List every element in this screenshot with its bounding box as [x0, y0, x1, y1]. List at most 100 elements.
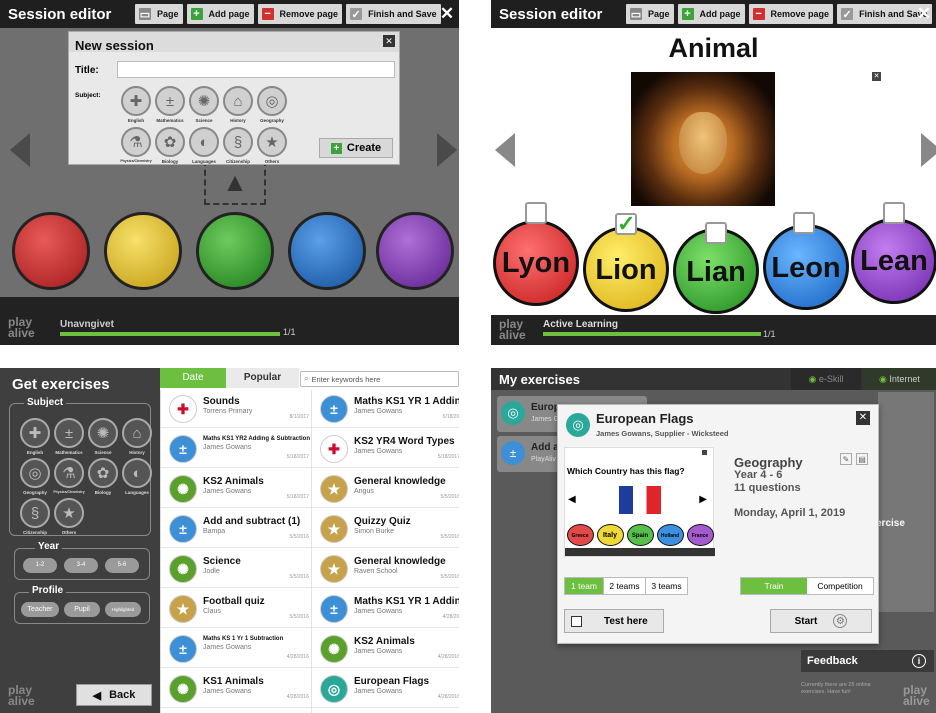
- exercise-item[interactable]: ★ Quizzy Quiz Simon Burke 5/5/2016: [312, 510, 459, 548]
- subject-languages[interactable]: ◐ Languages: [187, 127, 221, 164]
- subject-biology[interactable]: ✿ Biology: [153, 127, 187, 164]
- exercise-item[interactable]: ± Maths KS1 YR 1 Adding James Gowans 4/28/2…: [312, 590, 459, 628]
- exercise-text: Add and subtract (1) Bampa 5/5/2016: [203, 510, 311, 540]
- filter-languages[interactable]: ◐ Languages: [120, 458, 154, 495]
- answer-checkbox-2[interactable]: ✓: [615, 213, 637, 235]
- dialog-close-icon[interactable]: ✕: [383, 35, 395, 47]
- answer-ball-purple[interactable]: [376, 212, 454, 290]
- close-icon[interactable]: ✕: [914, 4, 934, 24]
- exercise-item[interactable]: ✺ Science Jodle 5/5/2016: [161, 550, 311, 588]
- page-button[interactable]: ▭ Page: [626, 4, 674, 24]
- filter-citizenship[interactable]: § Citizenship: [18, 498, 52, 535]
- dialog-close-icon[interactable]: ✕: [856, 411, 870, 425]
- tab-date[interactable]: Date: [160, 368, 226, 388]
- filter-others[interactable]: ★ Others: [52, 498, 86, 535]
- answer-checkbox-4[interactable]: [793, 212, 815, 234]
- two-teams-option[interactable]: 2 teams: [603, 578, 645, 594]
- progress-bar: [60, 332, 280, 336]
- exercise-item[interactable]: ✺ KS2 Animals James Gowans 5/18/2017: [161, 470, 311, 508]
- add-page-button[interactable]: + Add page: [186, 4, 254, 24]
- exercise-item[interactable]: ± Maths KS1 YR2 Adding & Subtraction James…: [161, 430, 311, 468]
- filter-history[interactable]: ⌂ History: [120, 418, 154, 455]
- answer-ball-yellow[interactable]: Lion: [583, 226, 669, 312]
- year-1-2-pill[interactable]: 1-2: [23, 558, 57, 573]
- filter-science[interactable]: ✺ Science: [86, 418, 120, 455]
- create-button[interactable]: + Create: [319, 138, 393, 158]
- remove-page-button[interactable]: − Remove page: [257, 4, 343, 24]
- filter-geography[interactable]: ◎ Geography: [18, 458, 52, 495]
- filter-biology[interactable]: ✿ Biology: [86, 458, 120, 495]
- subject-physics[interactable]: ⚗ Physics/Chemistry: [119, 127, 153, 164]
- answer-ball-purple[interactable]: Lean: [851, 218, 936, 304]
- next-page-arrow[interactable]: [921, 133, 936, 167]
- teacher-pill[interactable]: Teacher: [21, 602, 59, 617]
- answer-ball-red[interactable]: Lyon: [493, 220, 579, 306]
- exercise-item[interactable]: ± Maths KS1 YR 1 Adding James Gowans 5/18/2…: [312, 390, 459, 428]
- plus-icon: +: [190, 8, 203, 20]
- subject-history[interactable]: ⌂ History: [221, 86, 255, 123]
- filter-mathematics[interactable]: ± Mathematics: [52, 418, 86, 455]
- answer-checkbox-1[interactable]: [525, 202, 547, 224]
- subject-science[interactable]: ✺ Science: [187, 86, 221, 123]
- search-box[interactable]: ⌕ Enter keywords here: [300, 371, 459, 387]
- filter-english[interactable]: ✚ English: [18, 418, 52, 455]
- exercise-item[interactable]: ✺ KS2 Animals James Gowans 4/28/2016: [312, 630, 459, 668]
- year-3-4-pill[interactable]: 3-4: [64, 558, 98, 573]
- year-5-6-pill[interactable]: 5-6: [105, 558, 139, 573]
- subject-geography[interactable]: ◎ Geography: [255, 86, 289, 123]
- finish-save-button[interactable]: ✓ Finish and Save: [346, 4, 441, 24]
- exercise-item[interactable]: ✚ Sounds Torrens Primary 8/1/2017: [161, 390, 311, 428]
- answer-ball-yellow[interactable]: [104, 212, 182, 290]
- subject-citizenship[interactable]: § Citizenship: [221, 127, 255, 164]
- exercise-item[interactable]: ✺ KS1 Animals James Gowans 4/28/2016: [161, 670, 311, 708]
- one-team-option[interactable]: 1 team: [565, 578, 603, 594]
- subject-others[interactable]: ★ Others: [255, 127, 289, 164]
- pencil-icon[interactable]: ✎: [840, 453, 852, 465]
- pupil-pill[interactable]: Pupil: [64, 602, 100, 617]
- remove-page-button[interactable]: − Remove page: [748, 4, 834, 24]
- start-button[interactable]: Start ⚙: [770, 609, 872, 633]
- exercise-item[interactable]: ± Add and subtract (1) Bampa 5/5/2016: [161, 510, 311, 548]
- preview-thumbnail[interactable]: Which Country has this flag? ◀ ▶ Greece …: [564, 447, 715, 557]
- subject-mathematics[interactable]: ± Mathematics: [153, 86, 187, 123]
- next-page-arrow[interactable]: [437, 133, 457, 167]
- answer-ball-red[interactable]: [12, 212, 90, 290]
- answer-ball-blue[interactable]: Leon: [763, 224, 849, 310]
- remove-image-icon[interactable]: ✕: [872, 72, 881, 81]
- settings-gear-icon[interactable]: ⚙: [833, 614, 848, 628]
- train-option[interactable]: Train: [741, 578, 807, 594]
- page-button[interactable]: ▭ Page: [135, 4, 183, 24]
- image-placeholder[interactable]: ▲: [204, 160, 266, 205]
- answer-checkbox-3[interactable]: [705, 222, 727, 244]
- exercise-item[interactable]: ★ General knowledge Raven School 5/5/2016: [312, 550, 459, 588]
- title-input[interactable]: [117, 61, 395, 78]
- answer-checkbox-5[interactable]: [883, 202, 905, 224]
- tab-popular[interactable]: Popular: [226, 368, 299, 388]
- lion-image[interactable]: [631, 72, 775, 206]
- play-alive-logo: play alive: [8, 315, 35, 340]
- internet-tab[interactable]: ◉ Internet: [863, 368, 936, 390]
- test-here-button[interactable]: Test here: [564, 609, 664, 633]
- three-teams-option[interactable]: 3 teams: [645, 578, 687, 594]
- back-button[interactable]: ◀ Back: [76, 684, 152, 706]
- previous-page-arrow[interactable]: [495, 133, 515, 167]
- exercise-title: General knowledge: [354, 556, 446, 567]
- competition-option[interactable]: Competition: [807, 578, 873, 594]
- trash-icon[interactable]: ▤: [856, 453, 868, 465]
- exercise-item[interactable]: ★ Football quiz Claus 5/5/2016: [161, 590, 311, 628]
- subject-english[interactable]: ✚ English: [119, 86, 153, 123]
- exercise-item[interactable]: ◎ European Flags James Gowans 4/28/2016: [312, 670, 459, 708]
- close-icon[interactable]: ✕: [437, 4, 457, 24]
- e-skill-tab[interactable]: ◉ e-Skill: [791, 368, 861, 390]
- answer-ball-green[interactable]: [196, 212, 274, 290]
- answer-ball-blue[interactable]: [288, 212, 366, 290]
- exercise-item[interactable]: ✚ KS2 YR4 Word Types James Gowans 5/18/2017: [312, 430, 459, 468]
- feedback-button[interactable]: Feedback i: [801, 650, 934, 672]
- exercise-item[interactable]: ± Maths KS 1 Yr 1 Subtraction James Gowans…: [161, 630, 311, 668]
- dialog-author: James Gowans, Supplier - Wicksteed: [596, 429, 729, 438]
- filter-physics[interactable]: ⚗ Physics/Chemistry: [52, 458, 86, 495]
- highlighted-pill[interactable]: Highlighted: [105, 602, 141, 617]
- add-page-button[interactable]: + Add page: [677, 4, 745, 24]
- exercise-item[interactable]: ★ General knowledge Angus 5/5/2016: [312, 470, 459, 508]
- previous-page-arrow[interactable]: [10, 133, 30, 167]
